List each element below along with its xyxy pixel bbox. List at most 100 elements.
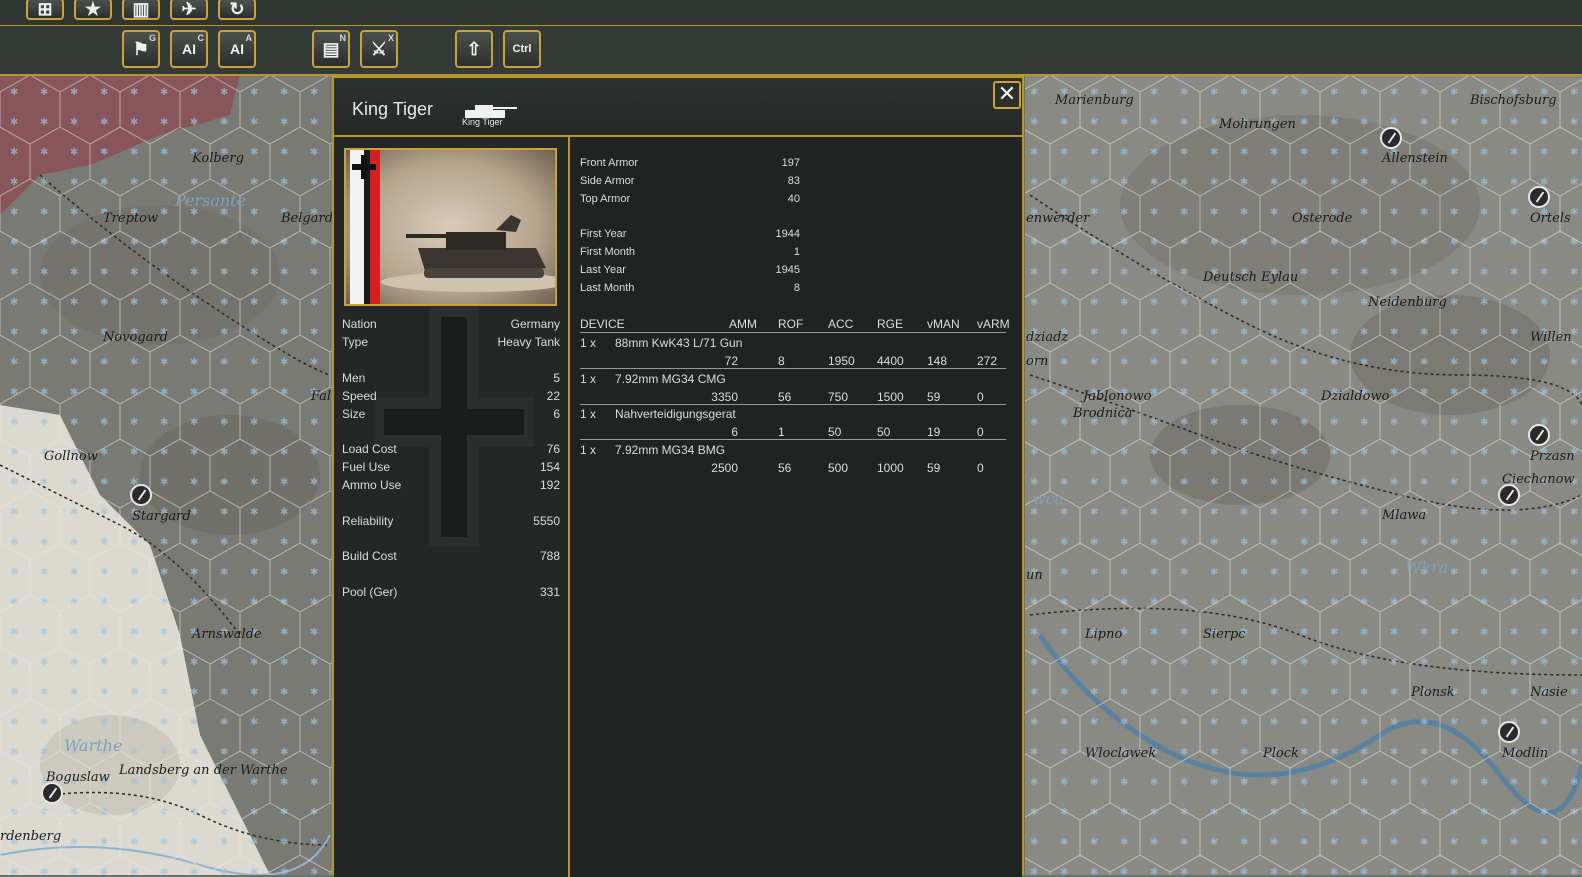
aircraft-button[interactable]: ✈ [170,0,208,20]
city-label: Jablonowo [1083,389,1152,404]
star-icon: ★ [84,0,102,19]
city-label: Plonsk [1411,685,1455,700]
map-unit-icon[interactable] [1498,484,1520,506]
rotate-button[interactable]: ↻ [218,0,256,20]
city-label: Gollnow [44,449,98,464]
city-label: Sierpc [1203,627,1246,642]
city-label: Belgard [281,211,334,226]
city-label: Plock [1263,746,1299,761]
city-label: Willen [1530,330,1572,345]
factory-ai-icon: AI [182,41,196,57]
report-button[interactable]: ▤ N [312,30,350,68]
city-label: Landsberg an der Warthe [119,763,288,778]
city-label: Novogard [103,330,168,345]
hotkey-badge: G [148,33,156,43]
device-qty: 1 x [580,372,597,386]
river-label: Persante [175,191,247,210]
hotkey-badge: X [387,33,394,43]
aircraft-icon: ✈ [181,0,197,19]
close-button[interactable]: ✕ [993,81,1021,109]
city-label: Treptow [103,211,159,226]
device-qty: 1 x [580,336,597,350]
unit-details-column: Front Armor 197 Side Armor 83 Top Armor 40 … [570,137,1022,877]
rotate-icon: ↻ [229,0,245,19]
hotkey-badge: N [339,33,347,43]
factory-ai-button[interactable]: AI C [170,30,208,68]
city-label: Stargard [132,509,191,524]
star-button[interactable]: ★ [74,0,112,20]
secondary-toolbar: ⚑ G AI C AI A ▤ N ⚔ X ⇧ Ctrl [0,26,1582,76]
report-icon: ▤ [322,38,340,59]
hotkey-badge: C [197,33,205,43]
map-unit-icon[interactable] [1380,127,1402,149]
city-label: Dzialdowo [1321,389,1390,404]
river-label: Warthe [64,736,123,755]
upload-button[interactable]: ⇧ [455,30,493,68]
city-label: Allenstein [1382,151,1448,166]
building-button[interactable]: ▥ [122,0,160,20]
river-label: Wkra [1405,558,1449,577]
divider [580,404,1006,405]
unit-name: King Tiger [352,99,434,119]
city-label: Mohrungen [1219,117,1296,132]
map-globe-icon: ⊞ [37,0,53,19]
city-label: un [1026,568,1043,583]
unit-info-panel: King Tiger King Tiger ✕ Nation Germany T… [332,76,1024,877]
city-label: Mlawa [1382,508,1427,523]
plane-ai-button[interactable]: AI A [218,30,256,68]
city-label: Fal [311,389,332,404]
river-label: wca [1032,489,1065,508]
unit-photo [344,148,557,306]
device-qty: 1 x [580,443,597,457]
building-icon: ▥ [132,0,150,19]
device-qty: 1 x [580,407,597,421]
city-label: Deutsch Eylau [1203,270,1299,285]
map-unit-icon[interactable] [1528,424,1550,446]
city-label: Wloclawek [1085,746,1157,761]
unit-icon-label: King Tiger [462,117,503,127]
city-label: Kolberg [192,151,244,166]
device-stats-row: 2500 56 500 1000 59 0 [711,461,984,475]
city-label: enwerder [1026,211,1090,226]
city-label: Nasie [1530,685,1568,700]
unit-summary-column: Nation Germany Type Heavy Tank Men 5 Speed 2… [334,137,570,877]
divider [580,439,1006,440]
divider [580,332,1006,333]
ctrl-key-icon: Ctrl [512,43,532,55]
panel-header: King Tiger King Tiger ✕ [334,78,1022,137]
city-label: Modlin [1502,746,1549,761]
battle-icon: ⚔ [370,38,388,59]
tank-photo-image [350,150,555,304]
map-unit-icon[interactable] [130,484,152,506]
city-label: Brodnica [1073,406,1133,421]
flag-arrow-button[interactable]: ⚑ G [122,30,160,68]
city-label: dziadz [1026,330,1069,345]
city-label: rdenberg [0,829,62,844]
battle-button[interactable]: ⚔ X [360,30,398,68]
city-label: Marienburg [1055,93,1134,108]
city-label: Neidenburg [1368,295,1447,310]
plane-ai-icon: AI [230,41,244,57]
city-label: Bischofsburg [1470,93,1557,108]
divider [580,368,1006,369]
map-unit-icon[interactable] [41,782,63,804]
city-label: orn [1026,354,1049,369]
device-name: 7.92mm MG34 BMG [615,443,726,457]
device-name: 88mm KwK43 L/71 Gun [615,336,743,350]
city-label: Osterode [1292,211,1353,226]
ctrl-button[interactable]: Ctrl [503,30,541,68]
city-label: Przasn [1530,449,1575,464]
city-label: Lipno [1085,627,1123,642]
device-name: Nahverteidigungsgerat [615,407,736,421]
city-label: Ortels [1530,211,1571,226]
device-table-header: DEVICE AMM ROF ACC RGE vMAN vARM [580,317,1010,331]
city-label: Arnswalde [192,627,262,642]
map-globe-button[interactable]: ⊞ [26,0,64,20]
map-unit-icon[interactable] [1498,721,1520,743]
flag-arrow-icon: ⚑ [132,38,150,59]
map-unit-icon[interactable] [1528,186,1550,208]
hotkey-badge: A [245,33,253,43]
upload-icon: ⇧ [466,38,482,59]
top-toolbar: ⊞ ★ ▥ ✈ ↻ [0,0,1582,26]
device-name: 7.92mm MG34 CMG [615,372,726,386]
